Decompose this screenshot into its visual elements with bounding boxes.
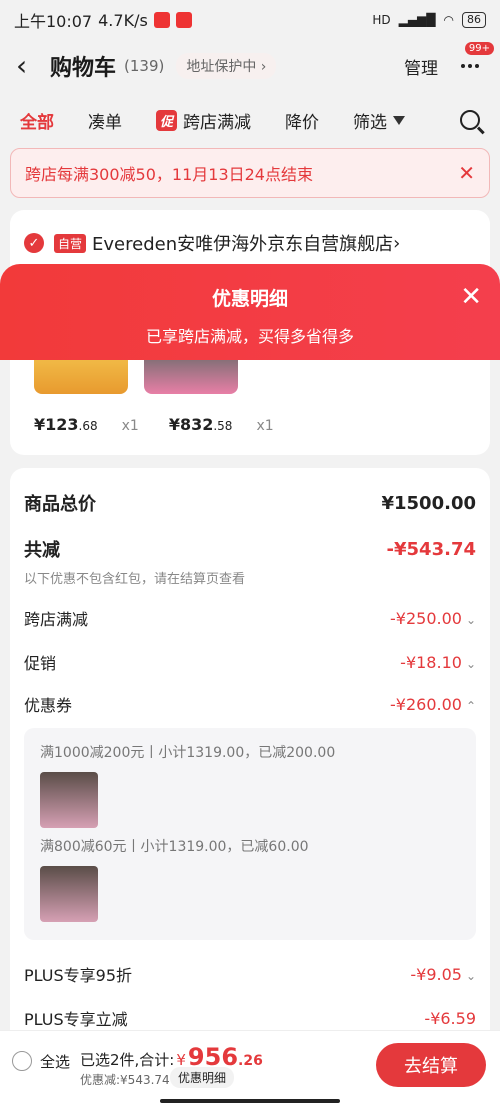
signal-label: HD (372, 13, 391, 27)
plus-95-label: PLUS专享95折 (24, 966, 132, 985)
chevron-down-icon: ⌄ (465, 656, 476, 671)
coupon-value: -¥260.00 (390, 694, 462, 714)
promotion-value: -¥18.10 (400, 652, 462, 672)
discount-summary: 优惠减:¥543.74 (80, 1073, 170, 1087)
select-all-label[interactable]: 全选 (40, 1051, 70, 1072)
product-thumbnail (40, 772, 98, 828)
product-qty: x1 (121, 418, 139, 434)
funnel-icon (393, 115, 406, 125)
total-reduce-value: -¥543.74 (386, 538, 476, 560)
coupon-detail-line: 满800减60元丨小计1319.00，已减60.00 (40, 839, 309, 855)
plus-cut-label: PLUS专享立减 (24, 1010, 128, 1029)
signal-icon: ▂▄▆█ (398, 13, 436, 27)
status-bar: 上午10:07 4.7K/s HD ▂▄▆█ ◠ 86 (0, 0, 500, 40)
cross-store-value: -¥250.00 (390, 608, 462, 628)
more-menu-icon[interactable]: 99+ (456, 42, 494, 76)
plus-cut-row: PLUS专享立减 -¥6.59 (24, 1006, 476, 1030)
total-reduce-label: 共减 (24, 540, 60, 561)
total-summary: 已选2件,合计: ¥ 956.26 (80, 1043, 263, 1071)
promotion-row[interactable]: 促销 -¥18.10 ⌄ (24, 650, 476, 674)
total-price-value: ¥1500.00 (381, 492, 476, 514)
close-icon[interactable]: ✕ (460, 282, 482, 312)
app-notification-icon-2 (175, 12, 192, 28)
battery-icon: 86 (462, 12, 486, 28)
product-thumbnail (40, 866, 98, 922)
tab-price-drop[interactable]: 降价 (285, 108, 319, 133)
product-qty: x1 (256, 418, 274, 434)
message-badge: 99+ (464, 42, 494, 55)
address-protection-button[interactable]: 地址保护中 › (176, 53, 277, 79)
app-notification-icon (153, 12, 170, 28)
total-price-row: 商品总价 ¥1500.00 (24, 490, 476, 516)
plus-95-value: -¥9.05 (410, 964, 462, 984)
chevron-up-icon: ⌃ (465, 698, 476, 713)
product-price: ¥123.68 (34, 415, 98, 434)
tab-bar: 全部 凑单 促跨店满减 降价 筛选 (0, 100, 500, 140)
home-indicator (160, 1099, 340, 1103)
status-speed: 4.7K/s (98, 10, 148, 30)
header: ‹ 购物车 (139) 地址保护中 › 管理 99+ (0, 42, 500, 88)
search-icon[interactable] (460, 110, 480, 130)
manage-button[interactable]: 管理 (404, 54, 438, 79)
tab-cross-store-label: 跨店满减 (183, 112, 252, 133)
tab-filter[interactable]: 筛选 (353, 108, 406, 133)
discount-detail-button[interactable]: 优惠明细 (170, 1067, 235, 1088)
status-time: 上午10:07 (14, 12, 93, 31)
selected-count: 已选2件,合计: (80, 1051, 175, 1069)
close-icon[interactable]: ✕ (458, 161, 475, 185)
checkout-button[interactable]: 去结算 (376, 1043, 486, 1087)
cart-count: (139) (124, 57, 165, 75)
cross-store-row[interactable]: 跨店满减 -¥250.00 ⌄ (24, 606, 476, 630)
plus-cut-value: -¥6.59 (424, 1008, 476, 1028)
wifi-icon: ◠ (443, 13, 454, 27)
promo-notice-banner: 跨店每满300减50，11月13日24点结束 ✕ (10, 148, 490, 198)
page-title: 购物车 (50, 56, 117, 81)
discount-detail-header: 优惠明细 已享跨店满减，买得多省得多 ✕ (0, 264, 500, 360)
chevron-down-icon: ⌄ (465, 968, 476, 983)
promo-tag-icon: 促 (156, 109, 178, 131)
back-arrow-icon[interactable]: ‹ (16, 51, 40, 81)
notice-text: 跨店每满300减50，11月13日24点结束 (25, 165, 313, 184)
promotion-label: 促销 (24, 654, 57, 673)
overlay-subtitle: 已享跨店满减，买得多省得多 (145, 327, 354, 346)
coupon-detail-box: 满1000减200元丨小计1319.00，已减200.00 满800减60元丨小… (24, 728, 476, 940)
tab-bundle[interactable]: 凑单 (88, 108, 122, 133)
tab-cross-store[interactable]: 促跨店满减 (156, 108, 251, 133)
store-name[interactable]: Evereden安唯伊海外京东自营旗舰店 (92, 230, 393, 256)
select-all-radio[interactable] (12, 1051, 32, 1071)
address-label: 地址保护中 (186, 59, 257, 75)
filter-label: 筛选 (353, 112, 388, 133)
cross-store-label: 跨店满减 (24, 610, 89, 629)
coupon-label: 优惠券 (24, 696, 73, 715)
self-operated-badge: 自营 (54, 233, 87, 253)
tab-all[interactable]: 全部 (20, 108, 54, 133)
chevron-right-icon: › (393, 232, 401, 254)
plus-95-row[interactable]: PLUS专享95折 -¥9.05 ⌄ (24, 962, 476, 986)
store-checkbox[interactable]: ✓ (24, 233, 44, 253)
bottom-bar: 全选 已选2件,合计: ¥ 956.26 优惠减:¥543.74 优惠明细 去结… (0, 1030, 500, 1111)
coupon-detail-line: 满1000减200元丨小计1319.00，已减200.00 (40, 745, 336, 761)
discount-detail-panel: 商品总价 ¥1500.00 共减 -¥543.74 以下优惠不包含红包，请在结算… (10, 468, 490, 1048)
overlay-title: 优惠明细 (211, 288, 288, 310)
total-price-label: 商品总价 (24, 494, 96, 515)
chevron-down-icon: ⌄ (465, 612, 476, 627)
coupon-row[interactable]: 优惠券 -¥260.00 ⌃ (24, 692, 476, 716)
product-price: ¥832.58 (168, 415, 233, 434)
total-reduce-row: 共减 -¥543.74 (24, 536, 476, 562)
discount-note: 以下优惠不包含红包，请在结算页查看 (24, 572, 246, 587)
